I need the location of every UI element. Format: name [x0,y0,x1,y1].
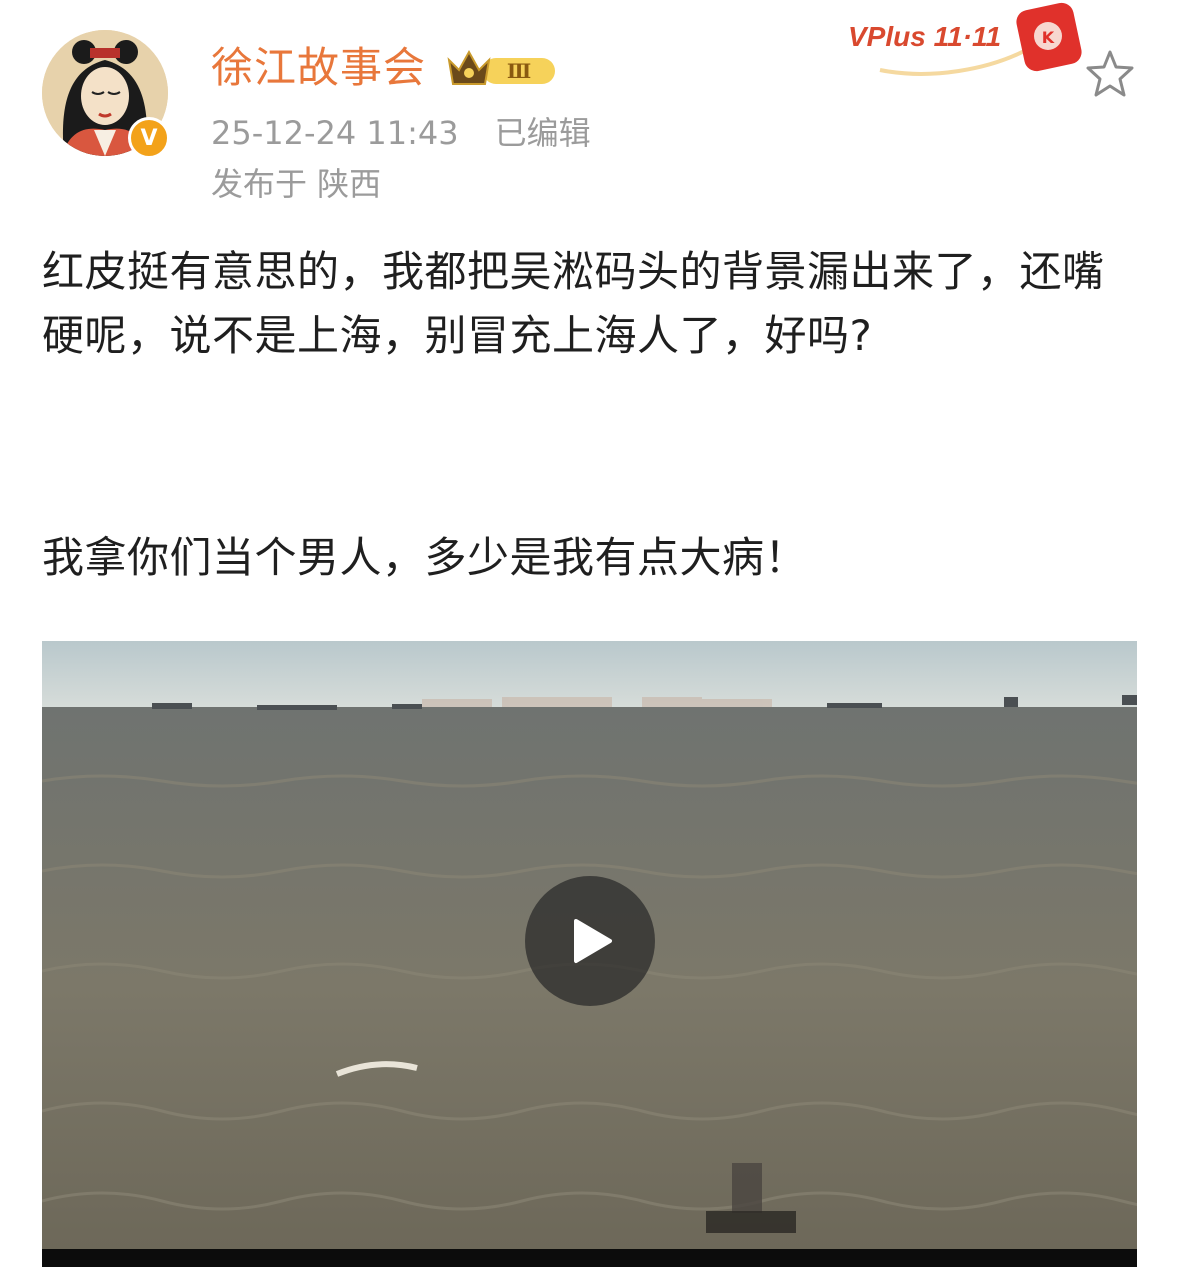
post-text-paragraph-1: 红皮挺有意思的，我都把吴淞码头的背景漏出来了，还嘴硬呢，说不是上海，别冒充上海人… [42,247,1105,360]
vplus-graphic: VPlus 11·11 K [848,2,1082,76]
video-bottom-bar [42,1249,1137,1267]
post-meta: 25-12-24 11:43 已编辑 [211,112,591,154]
crown-icon: Ⅲ [447,49,555,85]
svg-text:K: K [1042,28,1055,47]
post-location: 发布于 陕西 [211,165,382,203]
vplus-promo-badge[interactable]: VPlus 11·11 K [840,0,1100,82]
post-text-paragraph-2: 我拿你们当个男人，多少是我有点大病！ [42,533,808,582]
post-timestamp: 25-12-24 11:43 [211,114,459,152]
video-player[interactable] [42,641,1137,1267]
play-icon [574,919,612,963]
vplus-text: VPlus 11·11 [848,21,1001,52]
play-button[interactable] [525,876,655,1006]
edited-label[interactable]: 已编辑 [495,114,591,152]
verified-v-icon: V [128,117,170,159]
author-name[interactable]: 徐江故事会 [211,42,426,94]
crown-level-badge[interactable]: Ⅲ [445,46,560,92]
level-text: Ⅲ [507,59,531,83]
star-outline-icon[interactable] [1084,48,1136,100]
